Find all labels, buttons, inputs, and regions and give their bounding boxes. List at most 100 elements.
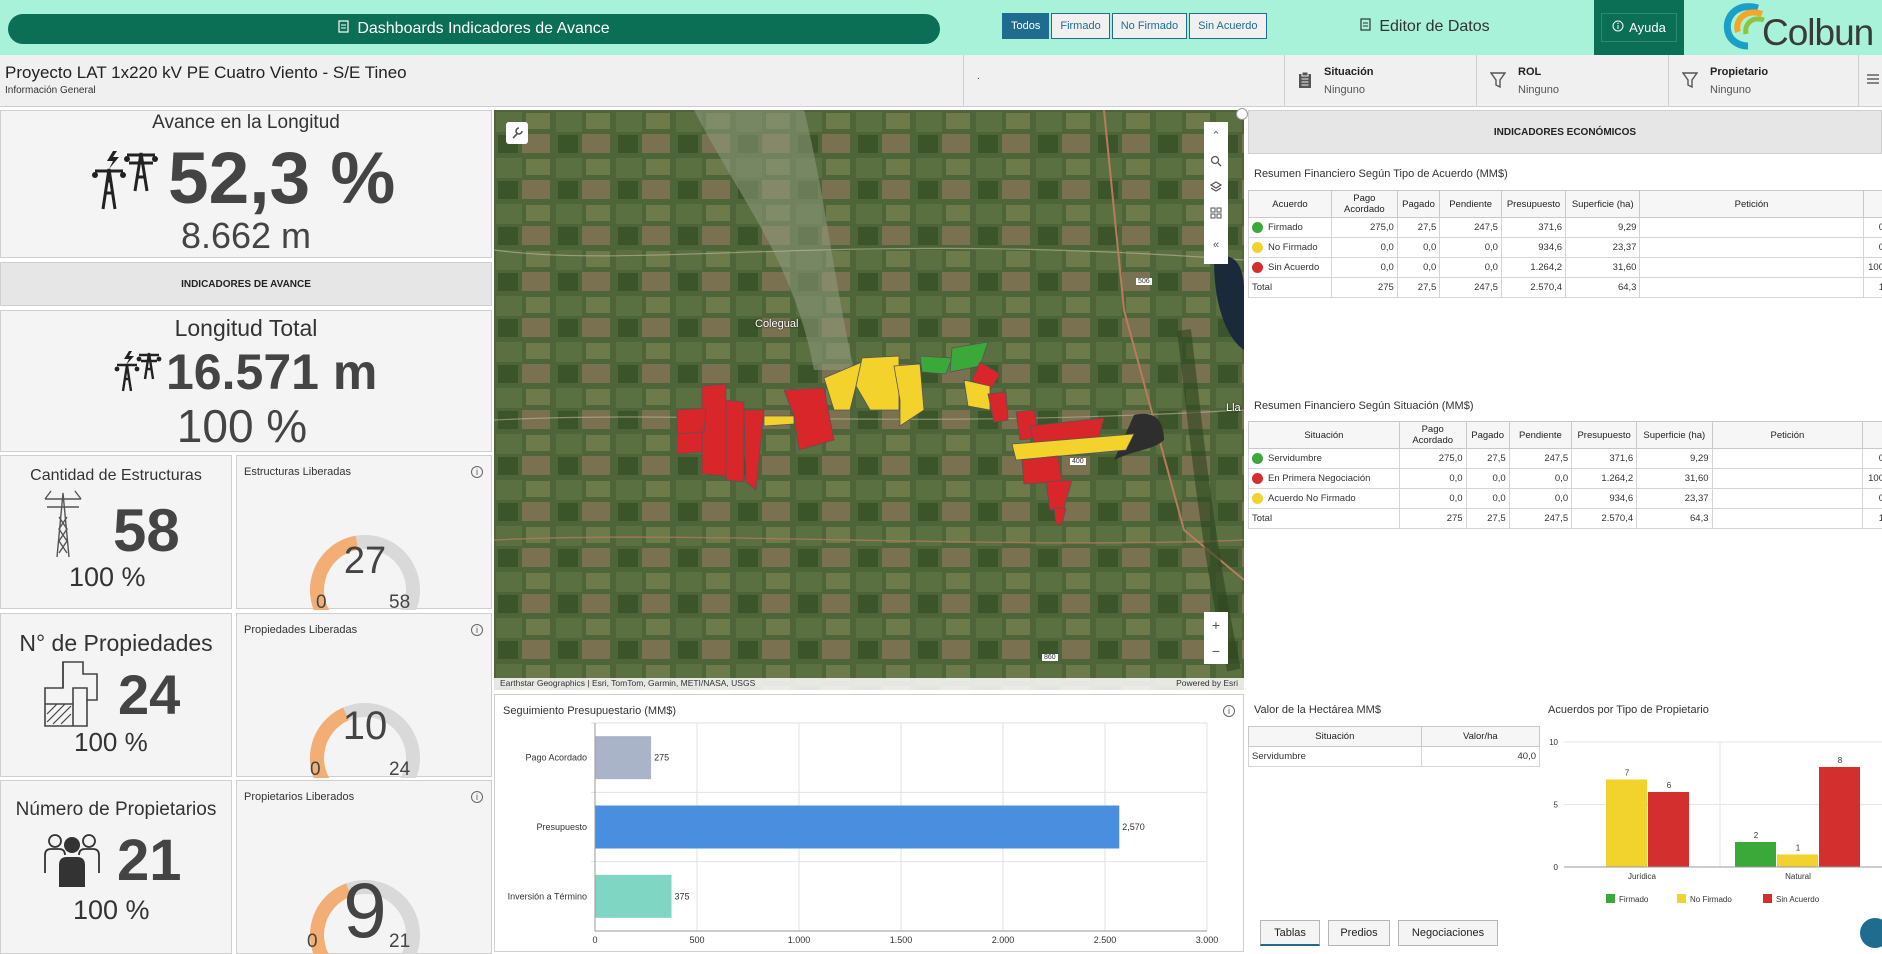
table-row[interactable]: No Firmado 0,0 0,0 0,0 934,6 23,37 0 xyxy=(1248,237,1882,258)
propietario-selector[interactable]: Propietario Ninguno xyxy=(1681,55,1768,107)
gauge-max: 24 xyxy=(389,759,411,780)
basemap-gallery-icon[interactable] xyxy=(1205,202,1227,224)
table-row[interactable]: En Primera Negociación 0,0 0,0 0,0 1.264,2 31… xyxy=(1248,468,1882,489)
map-view[interactable]: Colegual Lla 506 400 860 ⌃ « + − Earthst… xyxy=(494,110,1244,690)
category-label: Inversión a Término xyxy=(508,891,587,901)
legend-swatch xyxy=(1763,894,1772,903)
column-header[interactable]: Superficie (ha) xyxy=(1565,190,1641,218)
chat-bubble-icon[interactable] xyxy=(1860,918,1882,948)
search-icon[interactable] xyxy=(1205,150,1227,172)
column-header[interactable]: Pagado xyxy=(1396,190,1441,218)
clipboard-icon xyxy=(1298,71,1312,92)
table-row[interactable]: Total 275 27,5 247,5 2.570,4 64,3 1 xyxy=(1248,508,1882,529)
filter-tab-firmado[interactable]: Firmado xyxy=(1051,13,1110,39)
column-header[interactable]: Pendiente xyxy=(1439,190,1502,218)
column-header[interactable]: Superficie (ha) xyxy=(1636,421,1713,449)
column-header[interactable]: Pago Acordado xyxy=(1398,421,1467,449)
column-header[interactable]: Pago Acordado xyxy=(1330,190,1398,218)
table-row[interactable]: Acuerdo No Firmado 0,0 0,0 0,0 934,6 23,37 0 xyxy=(1248,488,1882,509)
road-label: 860 xyxy=(1042,654,1058,661)
collapse-up-icon[interactable]: ⌃ xyxy=(1205,124,1227,146)
data-label: 375 xyxy=(675,891,690,901)
column-header[interactable]: Pagado xyxy=(1465,421,1510,449)
editor-button[interactable]: Editor de Datos xyxy=(1325,14,1525,40)
zoom-controls: + − xyxy=(1204,612,1228,664)
propietario-value: Ninguno xyxy=(1710,84,1751,96)
layers-icon[interactable] xyxy=(1205,176,1227,198)
divider xyxy=(1858,55,1859,107)
tab-predios[interactable]: Predios xyxy=(1328,920,1390,946)
table-row[interactable]: Total 275 27,5 247,5 2.570,4 64,3 1 xyxy=(1248,277,1882,298)
row-label: En Primera Negociación xyxy=(1268,473,1371,484)
table-row[interactable]: Firmado 275,0 27,5 247,5 371,6 9,29 0 xyxy=(1248,217,1882,238)
menu-icon[interactable] xyxy=(1866,72,1880,91)
wrench-icon[interactable] xyxy=(506,122,528,144)
column-header[interactable]: Pendiente xyxy=(1508,421,1573,449)
table-row[interactable]: Servidumbre 275,0 27,5 247,5 371,6 9,29 0 xyxy=(1248,448,1882,469)
map-toolbar: ⌃ « xyxy=(1204,122,1228,264)
row-label: Firmado xyxy=(1268,222,1303,233)
y-tick-label: 0 xyxy=(1554,863,1559,872)
table-cell: 0,0 xyxy=(1508,488,1573,509)
table-row[interactable]: Servidumbre 40,0 xyxy=(1248,746,1541,767)
table-cell: 27,5 xyxy=(1396,277,1441,298)
row-label: No Firmado xyxy=(1268,242,1318,253)
zoom-in-icon[interactable]: + xyxy=(1205,614,1227,636)
zoom-out-icon[interactable]: − xyxy=(1205,640,1227,662)
tab-negociaciones[interactable]: Negociaciones xyxy=(1398,920,1498,946)
rol-selector[interactable]: ROL Ninguno xyxy=(1489,55,1559,107)
y-tick-label: 5 xyxy=(1554,801,1559,810)
collapse-left-icon[interactable]: « xyxy=(1205,234,1227,256)
data-label: 7 xyxy=(1625,769,1630,778)
row-label-cell: Acuerdo No Firmado xyxy=(1248,488,1400,509)
column-header[interactable]: Petición xyxy=(1711,421,1864,449)
filter-tab-todos[interactable]: Todos xyxy=(1002,13,1050,39)
column-header[interactable]: Petición xyxy=(1639,190,1864,218)
table-cell: 23,37 xyxy=(1636,488,1713,509)
gauge-panel-propietarios: Propietarios Liberados i 9 0 21 xyxy=(236,780,492,954)
column-header[interactable]: Situación xyxy=(1248,421,1400,449)
longitud-value: 16.571 m xyxy=(166,344,378,400)
gauge-chart xyxy=(310,703,420,778)
divider xyxy=(1668,55,1669,107)
table-cell: 9,29 xyxy=(1565,217,1641,238)
table-cell: 100 xyxy=(1862,468,1882,489)
help-button[interactable]: Ayuda xyxy=(1594,0,1684,55)
situacion-selector[interactable]: Situación Ninguno xyxy=(1298,55,1374,107)
estructuras-percent: 100 % xyxy=(69,562,146,592)
bar xyxy=(1735,842,1776,867)
filter-tab-sin-acuerdo[interactable]: Sin Acuerdo xyxy=(1189,13,1267,39)
table-cell: 0,0 xyxy=(1330,237,1398,258)
bar xyxy=(1606,779,1647,867)
table-cell: Servidumbre xyxy=(1248,746,1422,767)
column-header[interactable]: Acuerdo xyxy=(1248,190,1332,218)
table-cell: 0,0 xyxy=(1398,468,1467,489)
data-label: 8 xyxy=(1838,756,1843,765)
propietarios-percent: 100 % xyxy=(73,895,150,925)
estructuras-title: Cantidad de Estructuras xyxy=(30,467,202,484)
expand-icon[interactable] xyxy=(1236,108,1248,120)
column-header[interactable] xyxy=(1862,421,1882,449)
filter-tab-no-firmado[interactable]: No Firmado xyxy=(1111,13,1188,39)
dashboard-button[interactable]: Dashboards Indicadores de Avance xyxy=(8,14,940,44)
column-header[interactable] xyxy=(1862,190,1882,218)
table-cell: 275 xyxy=(1398,508,1467,529)
gauge-panel-estructuras: Estructuras Liberadas i 27 0 58 xyxy=(236,455,492,613)
column-header[interactable]: Situación xyxy=(1248,726,1422,747)
propietarios-value: 21 xyxy=(117,828,182,893)
table-cell xyxy=(1639,277,1864,298)
column-header[interactable]: Presupuesto xyxy=(1571,421,1638,449)
row-label-cell: Total xyxy=(1248,508,1400,529)
map-place-label: Lla xyxy=(1226,402,1241,414)
column-header[interactable]: Valor/ha xyxy=(1420,726,1541,747)
table-cell: 275 xyxy=(1330,277,1398,298)
section-indicadores-economicos: INDICADORES ECONÓMICOS xyxy=(1248,110,1882,154)
tab-tablas[interactable]: Tablas xyxy=(1260,920,1320,946)
project-subtitle: Información General xyxy=(5,85,96,96)
column-header[interactable]: Presupuesto xyxy=(1500,190,1567,218)
propiedades-panel: N° de Propiedades 24 100 % xyxy=(0,613,232,777)
data-label: 2 xyxy=(1754,831,1759,840)
row-label-cell: En Primera Negociación xyxy=(1248,468,1400,489)
table-row[interactable]: Sin Acuerdo 0,0 0,0 0,0 1.264,2 31,60 100 xyxy=(1248,257,1882,278)
status-dot-icon xyxy=(1252,261,1263,273)
